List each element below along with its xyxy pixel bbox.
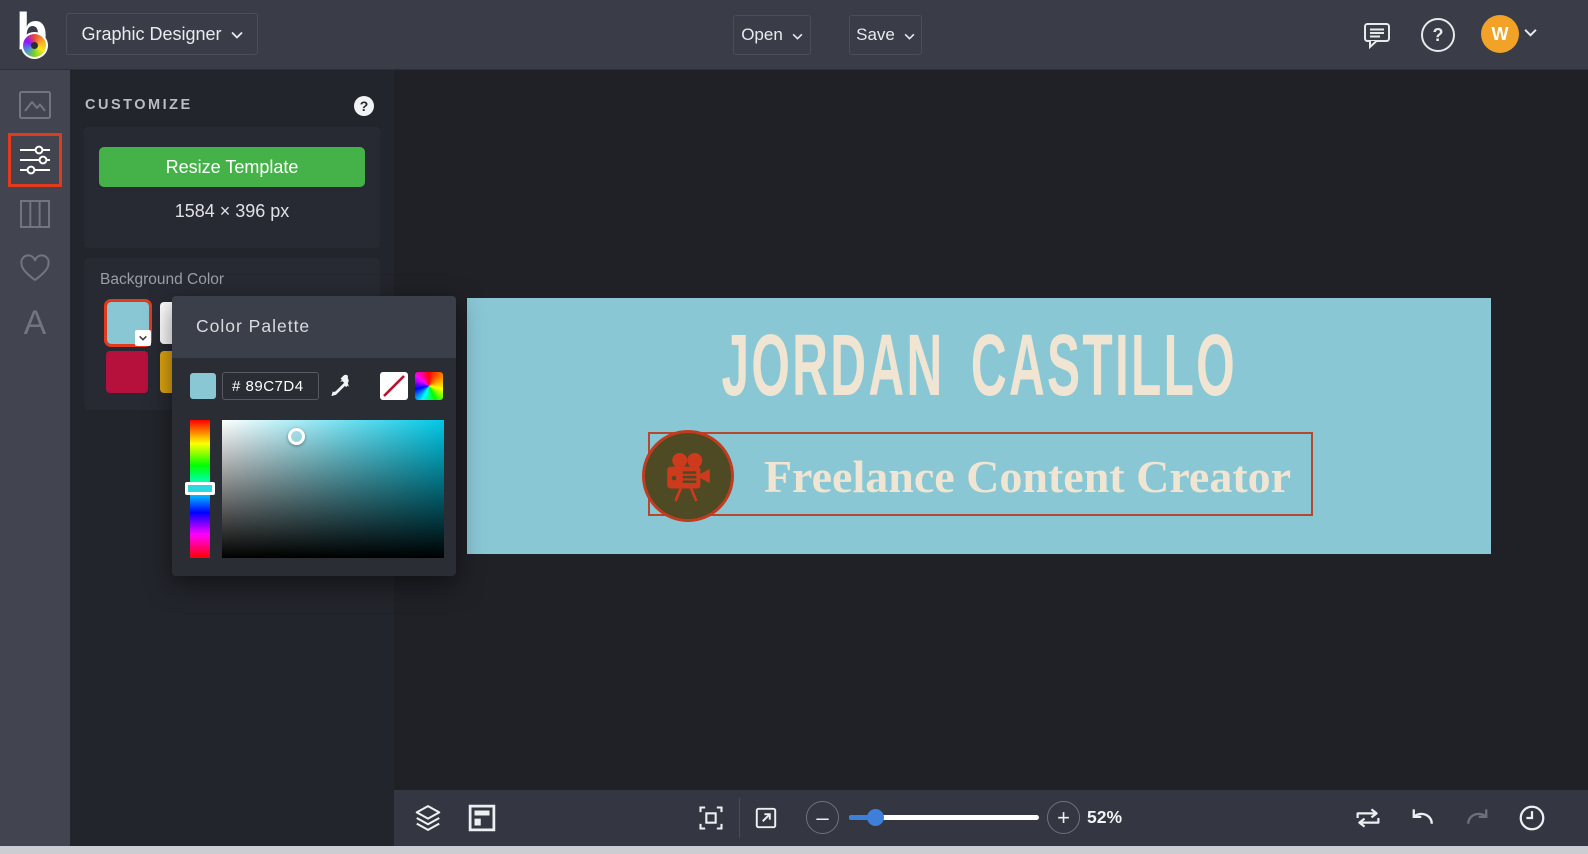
panel-help-glyph: ? — [360, 98, 369, 114]
avatar-initial: W — [1492, 24, 1509, 45]
layout-columns-icon — [19, 199, 51, 229]
redo-icon[interactable] — [1460, 801, 1494, 835]
color-palette-popup: Color Palette — [172, 296, 456, 576]
panel-help-icon[interactable]: ? — [354, 96, 374, 116]
gradient-selector-handle[interactable] — [288, 428, 305, 445]
feedback-chat-icon[interactable] — [1360, 18, 1394, 52]
undo-icon[interactable] — [1406, 801, 1440, 835]
fit-screen-icon[interactable] — [694, 801, 728, 835]
canvas-area[interactable]: JORDAN CASTILLO Freelance Content Creato… — [394, 70, 1588, 846]
banner-title-text: JORDAN CASTILLO — [721, 322, 1237, 409]
sidebar-item-favorites[interactable] — [8, 241, 62, 295]
sidebar-item-layouts[interactable] — [8, 187, 62, 241]
save-button-label: Save — [856, 25, 895, 45]
zoom-level: 52% — [1087, 807, 1122, 828]
swatch-dropdown-icon[interactable] — [135, 330, 151, 346]
plus-glyph: + — [1057, 805, 1070, 831]
save-button[interactable]: Save — [849, 15, 922, 55]
movie-camera-icon — [661, 449, 715, 503]
canvas-dimensions: 1584 × 396 px — [84, 201, 380, 222]
help-glyph: ? — [1433, 25, 1444, 46]
background-color-label: Background Color — [100, 271, 224, 289]
layers-icon[interactable] — [411, 801, 445, 835]
mode-selector-button[interactable]: Graphic Designer — [66, 13, 258, 55]
fullscreen-icon[interactable] — [749, 801, 783, 835]
adjust-sliders-icon — [18, 144, 52, 176]
bottom-toolbar: – + 52% — [394, 790, 1588, 846]
top-bar: b Graphic Designer Open Save ? W — [0, 0, 1588, 70]
chevron-down-icon — [904, 33, 915, 40]
compare-icon[interactable] — [1351, 801, 1385, 835]
sidebar-item-text[interactable]: A — [8, 296, 62, 350]
icon-sidebar: A — [0, 70, 70, 846]
zoom-in-button[interactable]: + — [1047, 801, 1080, 834]
heart-icon — [19, 254, 51, 283]
color-palette-header: Color Palette — [172, 296, 456, 358]
banner-title[interactable]: JORDAN CASTILLO — [467, 322, 1491, 409]
open-button[interactable]: Open — [733, 15, 811, 55]
resize-template-button[interactable]: Resize Template — [99, 147, 365, 187]
sidebar-item-customize[interactable] — [8, 133, 62, 187]
color-palette-title: Color Palette — [196, 316, 310, 337]
chevron-down-icon — [792, 33, 803, 40]
sidebar-item-image[interactable] — [8, 78, 62, 132]
banner-badge[interactable] — [642, 430, 734, 522]
minus-glyph: – — [816, 805, 828, 831]
help-icon[interactable]: ? — [1421, 18, 1455, 52]
banner-subtitle: Freelance Content Creator — [750, 434, 1305, 518]
user-avatar[interactable]: W — [1481, 15, 1519, 53]
current-color-swatch[interactable] — [190, 373, 216, 399]
swatch-light-blue[interactable] — [107, 302, 149, 344]
image-icon — [18, 90, 52, 120]
zoom-out-button[interactable]: – — [806, 801, 839, 834]
eyedropper-icon[interactable] — [326, 373, 352, 399]
design-banner[interactable]: JORDAN CASTILLO Freelance Content Creato… — [467, 298, 1491, 554]
banner-subtitle-box[interactable]: Freelance Content Creator — [648, 432, 1313, 516]
open-button-label: Open — [741, 25, 783, 45]
panel-title: CUSTOMIZE — [85, 97, 193, 113]
app-root: b Graphic Designer Open Save ? W — [0, 0, 1588, 854]
resize-card: Resize Template 1584 × 396 px — [84, 127, 380, 248]
hue-slider-handle[interactable] — [185, 482, 215, 495]
history-icon[interactable] — [1515, 801, 1549, 835]
brand-color-wheel-icon — [21, 32, 48, 59]
page-edge-strip — [0, 846, 1588, 854]
hex-color-input[interactable] — [222, 372, 319, 400]
zoom-slider[interactable] — [849, 815, 1039, 820]
toolbar-divider — [739, 798, 740, 838]
zoom-slider-handle[interactable] — [867, 809, 884, 826]
mode-selector-label: Graphic Designer — [81, 24, 221, 45]
template-layout-icon[interactable] — [465, 801, 499, 835]
brand-logo[interactable]: b — [14, 8, 60, 62]
rainbow-picker-icon[interactable] — [415, 372, 443, 400]
saturation-gradient[interactable] — [222, 420, 444, 558]
no-color-icon[interactable] — [380, 372, 408, 400]
swatch-crimson[interactable] — [106, 351, 148, 393]
text-icon: A — [24, 306, 47, 340]
account-chevron-down-icon[interactable] — [1524, 28, 1537, 37]
chevron-down-icon — [231, 31, 243, 39]
